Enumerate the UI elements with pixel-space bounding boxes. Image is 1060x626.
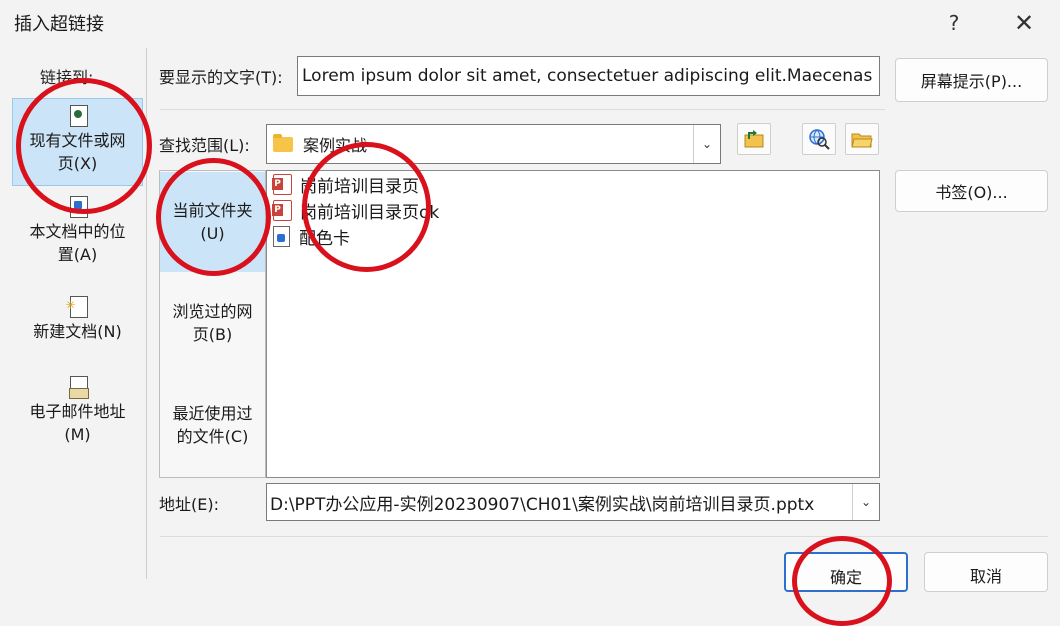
browse-web-button[interactable]	[802, 123, 836, 155]
folder-icon	[273, 133, 293, 152]
look-in-label: 查找范围(L):	[159, 136, 250, 155]
dialog-title: 插入超链接	[14, 14, 104, 35]
tab-recent-label: 最近使用过	[172, 404, 253, 423]
link-new-document-label: 新建文档(N)	[33, 322, 122, 341]
address-input[interactable]: D:\PPT办公应用-实例20230907\CH01\案例实战\岗前培训目录页.…	[266, 483, 880, 521]
close-button[interactable]: ✕	[1004, 6, 1044, 40]
up-one-folder-button[interactable]	[737, 123, 771, 155]
annotation-circle	[16, 78, 152, 214]
separator	[160, 536, 1048, 537]
annotation-circle	[792, 536, 892, 626]
tab-recent-label-2: 的文件(C)	[176, 427, 249, 446]
link-email-label-2: (M)	[64, 425, 91, 444]
separator	[160, 109, 885, 110]
tab-browsed-label-2: 页(B)	[192, 325, 233, 344]
email-icon	[67, 376, 89, 400]
address-value: D:\PPT办公应用-实例20230907\CH01\案例实战\岗前培训目录页.…	[270, 494, 815, 515]
screen-tip-button[interactable]: 屏幕提示(P)...	[895, 58, 1048, 102]
powerpoint-file-icon: P	[272, 199, 292, 221]
link-place-label: 本文档中的位	[29, 222, 126, 241]
powerpoint-file-icon: P	[272, 173, 292, 195]
image-file-icon	[273, 225, 290, 247]
display-text-input[interactable]: Lorem ipsum dolor sit amet, consectetuer…	[297, 56, 880, 96]
display-text-label: 要显示的文字(T):	[159, 68, 283, 87]
link-email-address[interactable]: 电子邮件地址 (M)	[12, 370, 143, 450]
new-document-icon: ✳	[66, 296, 89, 320]
link-new-document[interactable]: ✳ 新建文档(N)	[12, 290, 143, 352]
chevron-down-icon[interactable]: ⌄	[693, 125, 720, 163]
tab-recent-files[interactable]: 最近使用过 的文件(C)	[160, 402, 265, 452]
help-button[interactable]: ?	[934, 6, 974, 40]
bookmark-button[interactable]: 书签(O)...	[895, 170, 1048, 212]
browse-file-button[interactable]	[845, 123, 879, 155]
chevron-down-icon[interactable]: ⌄	[852, 484, 879, 520]
cancel-button[interactable]: 取消	[924, 552, 1048, 592]
link-place-label-2: 置(A)	[57, 245, 98, 264]
tab-browsed-pages[interactable]: 浏览过的网 页(B)	[160, 300, 265, 350]
link-email-label: 电子邮件地址	[29, 402, 126, 421]
annotation-circle	[302, 142, 431, 272]
annotation-circle	[156, 158, 271, 276]
tab-browsed-label: 浏览过的网	[172, 302, 253, 321]
address-label: 地址(E):	[159, 495, 219, 514]
